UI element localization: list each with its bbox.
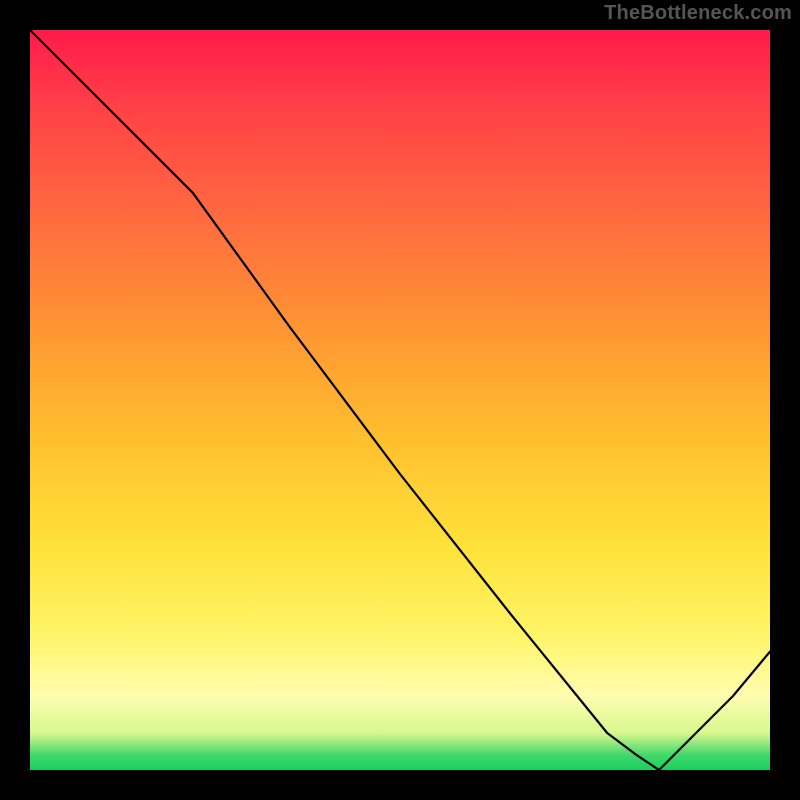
bottleneck-curve: [30, 30, 770, 770]
curve-svg: [30, 30, 770, 770]
chart-frame: TheBottleneck.com: [0, 0, 800, 800]
plot-area: [30, 30, 770, 770]
watermark-text: TheBottleneck.com: [604, 2, 792, 25]
